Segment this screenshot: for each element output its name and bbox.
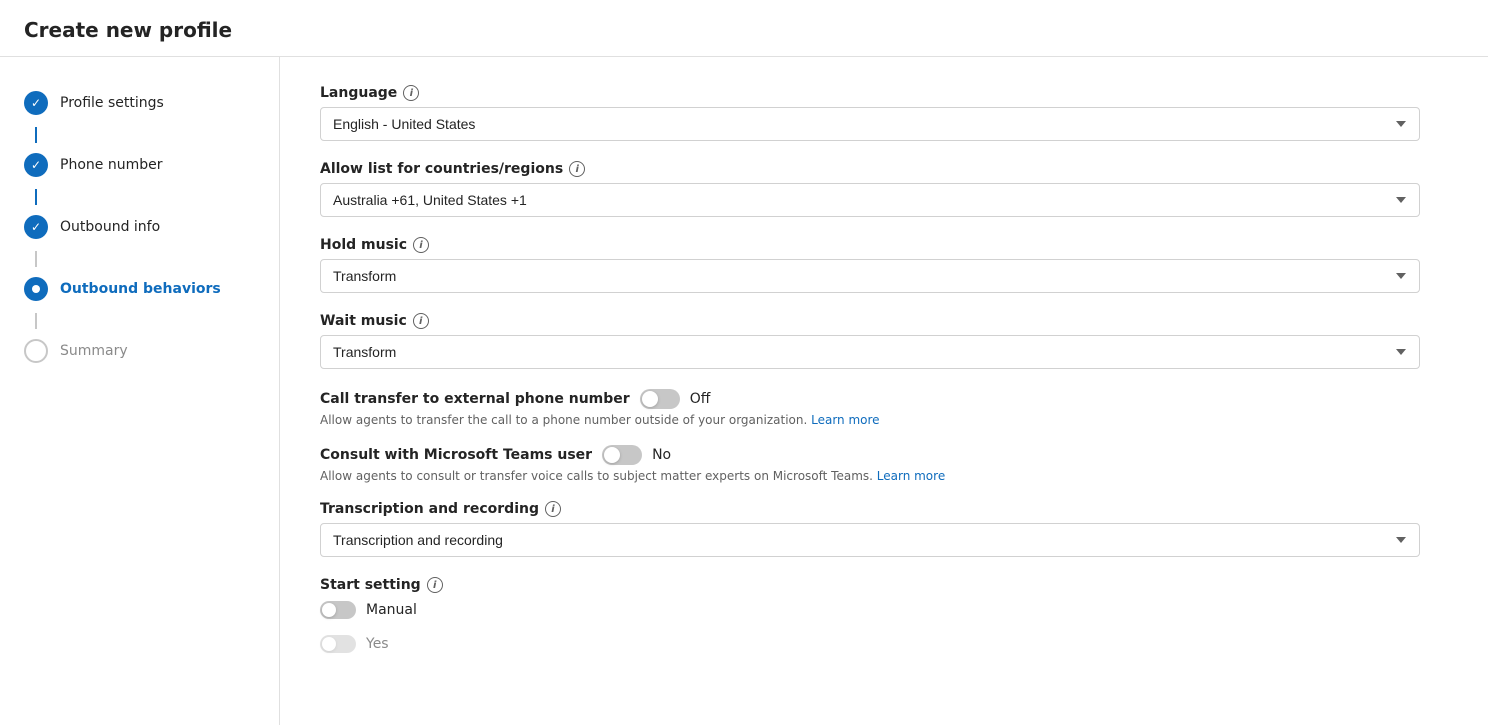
allow-agents-track [320,635,356,653]
allow-agents-thumb [322,637,336,651]
transcription-label: Transcription and recording i [320,501,1420,517]
wait-music-label: Wait music i [320,313,1420,329]
language-info-icon[interactable]: i [403,85,419,101]
consult-teams-track [602,445,642,465]
call-transfer-description: Allow agents to transfer the call to a p… [320,413,1420,427]
transcription-info-icon[interactable]: i [545,501,561,517]
check-icon-2: ✓ [31,158,41,172]
consult-teams-toggle-row: Consult with Microsoft Teams user No [320,445,1420,465]
start-setting-label: Start setting [320,577,421,593]
language-select[interactable]: English - United States [320,107,1420,141]
content-area: Language i English - United States Allow… [280,57,1488,725]
call-transfer-desc-text: Allow agents to transfer the call to a p… [320,413,811,427]
allow-list-select[interactable]: Australia +61, United States +1 [320,183,1420,217]
sidebar-item-outbound-behaviors[interactable]: Outbound behaviors [16,267,263,311]
sidebar-item-profile-settings[interactable]: ✓ Profile settings [16,81,263,125]
sidebar-item-outbound-info[interactable]: ✓ Outbound info [16,205,263,249]
allow-agents-field: Yes [320,635,1420,653]
wait-music-label-text: Wait music [320,313,407,329]
step-circle-outbound-info: ✓ [24,215,48,239]
wait-music-info-icon[interactable]: i [413,313,429,329]
consult-teams-thumb [604,447,620,463]
language-field: Language i English - United States [320,85,1420,141]
allow-list-label-text: Allow list for countries/regions [320,161,563,177]
consult-teams-desc-text: Allow agents to consult or transfer voic… [320,469,877,483]
allow-agents-label: Yes [366,636,389,652]
consult-teams-learn-more[interactable]: Learn more [877,469,945,483]
hold-music-label: Hold music i [320,237,1420,253]
allow-list-info-icon[interactable]: i [569,161,585,177]
step-connector-2 [35,189,37,205]
form-section: Language i English - United States Allow… [320,85,1420,653]
check-icon-3: ✓ [31,220,41,234]
page-title: Create new profile [24,18,1464,42]
hold-music-field: Hold music i Transform Default None [320,237,1420,293]
start-setting-info-icon[interactable]: i [427,577,443,593]
step-circle-summary [24,339,48,363]
call-transfer-thumb [642,391,658,407]
step-dot [32,285,40,293]
step-label-outbound-behaviors: Outbound behaviors [60,281,221,297]
step-circle-outbound-behaviors [24,277,48,301]
sidebar-item-summary[interactable]: Summary [16,329,263,373]
page-header: Create new profile [0,0,1488,57]
main-layout: ✓ Profile settings ✓ Phone number ✓ Outb… [0,57,1488,725]
consult-teams-label: Consult with Microsoft Teams user [320,447,592,463]
allow-list-label: Allow list for countries/regions i [320,161,1420,177]
call-transfer-label: Call transfer to external phone number [320,391,630,407]
start-setting-label-row: Start setting i [320,577,1420,593]
language-label: Language i [320,85,1420,101]
language-label-text: Language [320,85,397,101]
step-connector-1 [35,127,37,143]
transcription-dropdown-wrapper: Transcription and recording Transcriptio… [320,523,1420,557]
call-transfer-track [640,389,680,409]
allow-list-dropdown-wrapper: Australia +61, United States +1 [320,183,1420,217]
transcription-select[interactable]: Transcription and recording Transcriptio… [320,523,1420,557]
step-connector-4 [35,313,37,329]
step-label-phone-number: Phone number [60,157,162,173]
consult-teams-field: Consult with Microsoft Teams user No All… [320,445,1420,483]
sidebar-item-phone-number[interactable]: ✓ Phone number [16,143,263,187]
start-setting-status: Manual [366,602,417,618]
transcription-label-text: Transcription and recording [320,501,539,517]
start-setting-toggle-row: Manual [320,601,1420,619]
call-transfer-status: Off [690,391,711,407]
wait-music-field: Wait music i Transform Default None [320,313,1420,369]
hold-music-dropdown-wrapper: Transform Default None [320,259,1420,293]
wait-music-dropdown-wrapper: Transform Default None [320,335,1420,369]
start-setting-thumb [322,603,336,617]
wait-music-select[interactable]: Transform Default None [320,335,1420,369]
consult-teams-status: No [652,447,671,463]
consult-teams-description: Allow agents to consult or transfer voic… [320,469,1420,483]
step-circle-profile-settings: ✓ [24,91,48,115]
start-setting-track [320,601,356,619]
hold-music-select[interactable]: Transform Default None [320,259,1420,293]
call-transfer-learn-more[interactable]: Learn more [811,413,879,427]
transcription-field: Transcription and recording i Transcript… [320,501,1420,557]
start-setting-field: Start setting i Manual [320,577,1420,619]
check-icon: ✓ [31,96,41,110]
call-transfer-toggle-row: Call transfer to external phone number O… [320,389,1420,409]
consult-teams-toggle[interactable] [602,445,642,465]
step-label-summary: Summary [60,343,128,359]
call-transfer-field: Call transfer to external phone number O… [320,389,1420,427]
call-transfer-toggle[interactable] [640,389,680,409]
step-label-profile-settings: Profile settings [60,95,164,111]
hold-music-info-icon[interactable]: i [413,237,429,253]
sidebar: ✓ Profile settings ✓ Phone number ✓ Outb… [0,57,280,725]
step-connector-3 [35,251,37,267]
allow-agents-toggle [320,635,356,653]
language-dropdown-wrapper: English - United States [320,107,1420,141]
step-label-outbound-info: Outbound info [60,219,160,235]
allow-list-field: Allow list for countries/regions i Austr… [320,161,1420,217]
step-circle-phone-number: ✓ [24,153,48,177]
start-setting-toggle[interactable] [320,601,356,619]
hold-music-label-text: Hold music [320,237,407,253]
